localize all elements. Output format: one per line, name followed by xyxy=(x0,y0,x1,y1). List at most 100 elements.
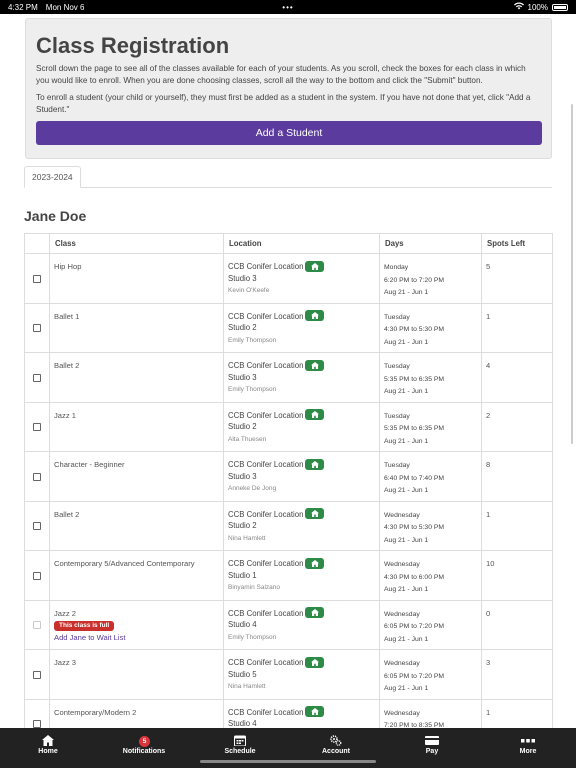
home-icon xyxy=(305,310,325,321)
instructor-name: Alta Thuesen xyxy=(228,435,267,443)
class-dates: Aug 21 - Jun 1 xyxy=(384,338,429,346)
table-row: Contemporary/Modern 2 CCB Conifer Locatio… xyxy=(24,698,553,728)
spots-left: 2 xyxy=(486,410,491,420)
enroll-checkbox[interactable] xyxy=(33,472,41,481)
checkbox-cell xyxy=(24,253,50,304)
nav-notifications[interactable]: 5 Notifications xyxy=(96,728,192,768)
instructor-name: Nina Hamlett xyxy=(228,534,266,542)
instructor-name: Binyamin Salzano xyxy=(228,584,281,591)
location-name: CCB Conifer Location xyxy=(228,460,304,469)
spots-left: 8 xyxy=(486,460,491,469)
location-cell: CCB Conifer Location Studio 4 Emily Thomps… xyxy=(223,599,380,650)
class-dates: Aug 21 - Jun 1 xyxy=(384,487,429,494)
class-cell: Jazz 3 xyxy=(49,649,224,700)
studio-name: Studio 2 xyxy=(228,521,257,530)
studio-name: Studio 1 xyxy=(228,570,257,580)
spots-left: 5 xyxy=(486,262,491,271)
spots-left: 10 xyxy=(486,559,495,568)
spots-left: 1 xyxy=(486,707,491,717)
checkbox-cell xyxy=(24,302,50,353)
class-cell: Ballet 2 xyxy=(49,352,224,403)
home-icon xyxy=(305,260,325,272)
class-day: Monday xyxy=(384,264,409,271)
year-tabs: 2023-2024 xyxy=(24,166,552,188)
enroll-checkbox[interactable] xyxy=(33,274,41,283)
class-dates: Aug 21 - Jun 1 xyxy=(384,685,429,692)
class-dates: Aug 21 - Jun 1 xyxy=(384,437,429,445)
spots-left-cell: 8 xyxy=(481,451,553,502)
class-name: Jazz 3 xyxy=(54,658,76,667)
multitask-dots[interactable]: ••• xyxy=(282,3,293,12)
spots-left-cell: 4 xyxy=(481,352,553,403)
enroll-note: To enroll a student (your child or yours… xyxy=(36,93,531,114)
studio-name: Studio 2 xyxy=(228,422,257,431)
days-cell: Tuesday 6:40 PM to 7:40 PM Aug 21 - Jun 1 xyxy=(379,451,482,502)
waitlist-link[interactable]: Add Jane to Wait List xyxy=(54,632,219,644)
enroll-checkbox[interactable] xyxy=(33,373,41,382)
spots-left-cell: 3 xyxy=(481,649,553,700)
class-name: Ballet 1 xyxy=(54,311,80,321)
spots-left-cell: 5 xyxy=(481,253,553,304)
table-row: Character - Beginner CCB Conifer Location… xyxy=(24,451,553,502)
enroll-checkbox[interactable] xyxy=(33,324,41,332)
nav-pay[interactable]: Pay xyxy=(384,728,480,768)
class-time: 4:30 PM to 5:30 PM xyxy=(384,326,445,333)
add-student-button[interactable]: Add a Student xyxy=(36,121,542,145)
home-icon xyxy=(42,735,54,746)
home-icon xyxy=(305,557,325,569)
days-cell: Tuesday 4:30 PM to 5:30 PM Aug 21 - Jun 1 xyxy=(379,302,482,353)
enroll-checkbox[interactable] xyxy=(33,571,41,580)
days-cell: Wednesday 4:30 PM to 5:30 PM Aug 21 - Jun … xyxy=(379,500,482,551)
checkbox-cell xyxy=(24,698,50,728)
location-cell: CCB Conifer Location Studio 2 Alta Thuesen xyxy=(223,401,380,452)
home-indicator[interactable] xyxy=(200,760,376,763)
instructor-name: Emily Thompson xyxy=(228,633,277,641)
calendar-icon xyxy=(234,735,246,746)
battery-percent: 100% xyxy=(527,2,548,12)
class-time: 6:40 PM to 7:40 PM xyxy=(384,474,445,482)
table-header-row: Class Location Days Spots Left xyxy=(24,233,553,254)
class-cell: Ballet 1 xyxy=(49,302,224,353)
tab-2023-2024[interactable]: 2023-2024 xyxy=(24,166,81,188)
student-name: Jane Doe xyxy=(24,208,87,224)
status-time: 4:32 PM xyxy=(8,2,38,12)
nav-label-home: Home xyxy=(38,748,58,755)
checkbox-cell xyxy=(24,649,50,700)
enroll-checkbox[interactable] xyxy=(33,423,41,431)
page-title: Class Registration xyxy=(36,33,230,58)
spots-left-cell: 10 xyxy=(481,550,553,601)
class-cell: Contemporary 5/Advanced Contemporary xyxy=(49,550,224,601)
class-dates: Aug 21 - Jun 1 xyxy=(384,635,429,643)
class-name: Contemporary 5/Advanced Contemporary xyxy=(54,559,195,568)
enroll-checkbox[interactable] xyxy=(33,522,41,530)
nav-home[interactable]: Home xyxy=(0,728,96,768)
column-header-class: Class xyxy=(49,233,224,254)
nav-more[interactable]: More xyxy=(480,728,576,768)
class-day: Tuesday xyxy=(384,363,410,370)
enroll-checkbox[interactable] xyxy=(33,670,41,679)
credit-card-icon xyxy=(425,736,439,745)
class-dates: Aug 21 - Jun 1 xyxy=(384,388,429,395)
instructor-name: Emily Thompson xyxy=(228,386,277,393)
spots-left: 1 xyxy=(486,509,491,519)
location-name: CCB Conifer Location xyxy=(228,410,304,420)
studio-name: Studio 3 xyxy=(228,273,257,283)
gears-icon xyxy=(330,735,342,746)
home-icon xyxy=(305,656,325,668)
enroll-checkbox[interactable] xyxy=(33,720,41,728)
spots-left-cell: 2 xyxy=(481,401,553,452)
class-day: Wednesday xyxy=(384,660,420,667)
location-cell: CCB Conifer Location Studio 4 xyxy=(223,698,380,728)
class-full-badge: This class is full xyxy=(54,621,115,631)
class-day: Tuesday xyxy=(384,412,410,420)
column-header-spots-left: Spots Left xyxy=(481,233,553,254)
class-name: Jazz 1 xyxy=(54,410,76,420)
spots-left: 1 xyxy=(486,311,491,321)
scrollbar[interactable] xyxy=(571,104,573,444)
class-time: 5:35 PM to 6:35 PM xyxy=(384,375,445,383)
nav-label-schedule: Schedule xyxy=(224,748,256,755)
class-name: Jazz 2 xyxy=(54,608,76,618)
checkbox-cell xyxy=(24,401,50,452)
studio-name: Studio 5 xyxy=(228,669,257,679)
class-day: Wednesday xyxy=(384,709,420,717)
